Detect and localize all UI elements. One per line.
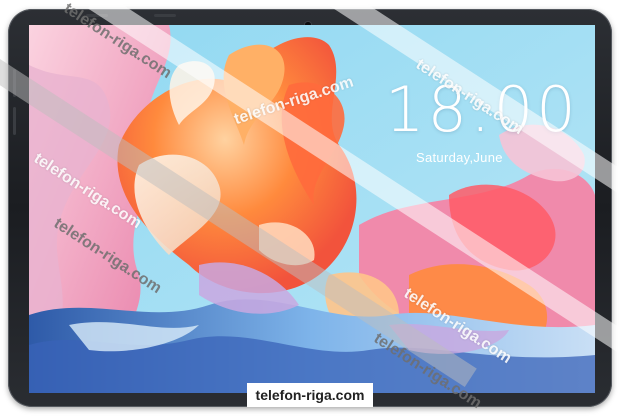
product-photo: 18:00 Saturday,June telefon-riga.com tel…: [0, 0, 620, 416]
volume-button: [154, 14, 176, 17]
side-button-lower: [13, 107, 16, 135]
watermark-label: telefon-riga.com: [247, 383, 373, 407]
side-button-upper: [13, 69, 16, 97]
power-button: [86, 14, 108, 17]
lock-screen-clock: 18:00: [385, 73, 579, 146]
lock-screen[interactable]: 18:00 Saturday,June: [29, 25, 595, 393]
lock-screen-date: Saturday,June: [416, 150, 503, 165]
